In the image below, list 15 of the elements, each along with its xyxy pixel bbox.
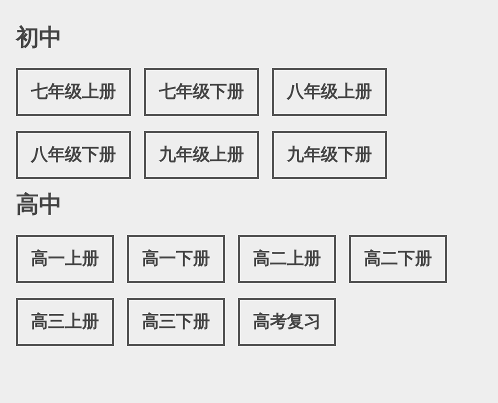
grade-button[interactable]: 高二上册	[238, 235, 336, 283]
grade-button[interactable]: 高一上册	[16, 235, 114, 283]
grade-button[interactable]: 七年级上册	[16, 68, 131, 116]
grade-button[interactable]: 九年级上册	[144, 131, 259, 179]
grade-button[interactable]: 高考复习	[238, 298, 336, 346]
grade-button[interactable]: 七年级下册	[144, 68, 259, 116]
grade-button[interactable]: 高二下册	[349, 235, 447, 283]
grade-button[interactable]: 高一下册	[127, 235, 225, 283]
grade-button[interactable]: 八年级下册	[16, 131, 131, 179]
grade-button[interactable]: 九年级下册	[272, 131, 387, 179]
section-heading: 初中	[16, 23, 62, 52]
grade-button[interactable]: 高三上册	[16, 298, 114, 346]
grade-button[interactable]: 八年级上册	[272, 68, 387, 116]
section-heading: 高中	[16, 190, 62, 219]
grade-button[interactable]: 高三下册	[127, 298, 225, 346]
